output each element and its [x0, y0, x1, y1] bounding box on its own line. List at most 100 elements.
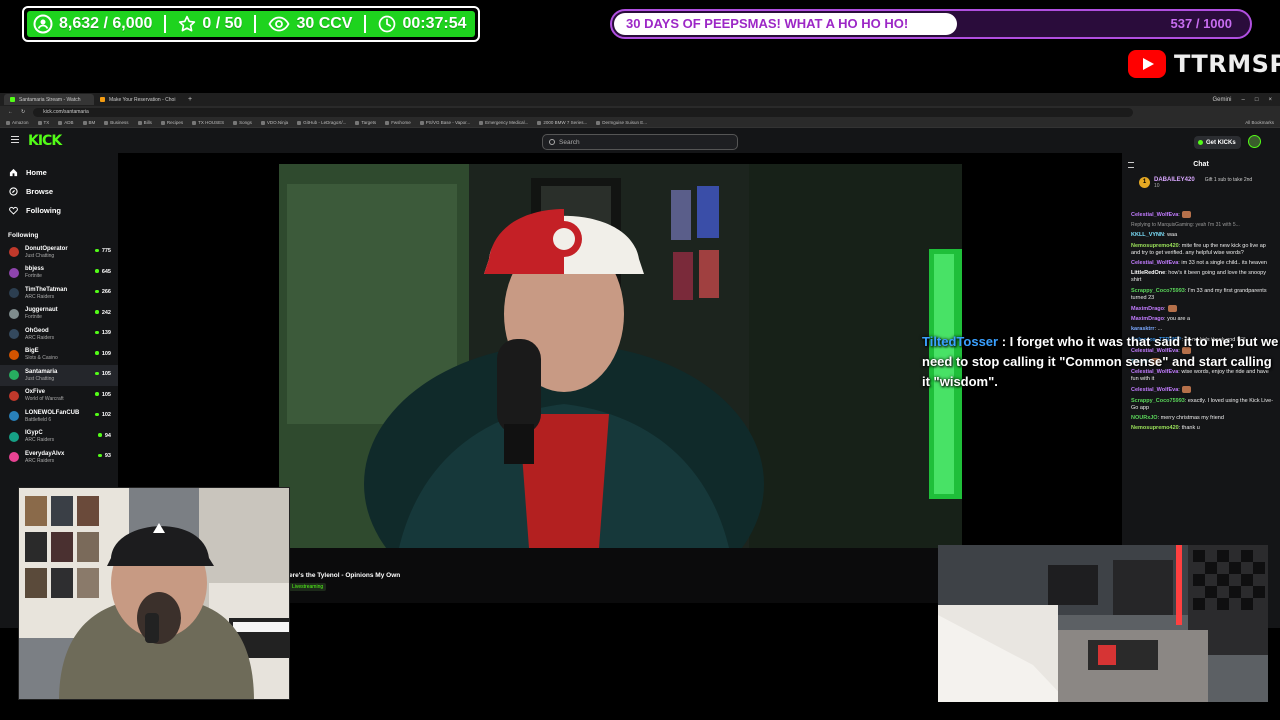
stream-title: ere's the Tylenol - Opinions My Own — [289, 572, 401, 579]
top-gifter-name[interactable]: DABAILEY420 — [1154, 177, 1195, 183]
chat-username[interactable]: Scrappy_Coco75993 — [1131, 398, 1185, 404]
bookmarks-bar: Amazon TX ADB BM Business Bills Recipes TX HOUS… — [0, 118, 1280, 128]
followed-channel-igypc[interactable]: IGypC ARC Raiders 94 — [0, 427, 118, 448]
bookmark-item[interactable]: Emergency Medical... — [479, 120, 528, 125]
bookmark-item[interactable]: GitHub - LeDragoX/... — [297, 120, 346, 125]
chat-username[interactable]: LittleRedOne — [1131, 270, 1165, 276]
chat-message: NOURxJO: merry christmas my friend — [1131, 415, 1274, 422]
chat-username[interactable]: Nemosupremo420 — [1131, 425, 1179, 431]
bookmark-item[interactable]: Business — [104, 120, 128, 125]
bookmark-item[interactable]: TX — [38, 120, 50, 125]
gemini-button[interactable]: Gemini — [1213, 97, 1232, 103]
chat-message: Nemosupremo420: mite fire up the new kic… — [1131, 243, 1274, 257]
all-bookmarks-button[interactable]: All Bookmarks — [1245, 120, 1280, 125]
page-favicon-icon — [100, 97, 105, 102]
chat-username[interactable]: Celestial_WolfEva — [1131, 212, 1178, 218]
clock-icon — [379, 15, 396, 33]
bookmark-item[interactable]: BM — [83, 120, 96, 125]
goal-count: 537 / 1000 — [1170, 16, 1232, 31]
followed-channel-bige[interactable]: BigE Slots & Casino 109 — [0, 345, 118, 366]
viewer-count: 102 — [95, 412, 111, 418]
divider — [254, 15, 257, 33]
stream-video-player[interactable] — [279, 164, 962, 548]
bookmark-item[interactable]: Recipes — [161, 120, 183, 125]
ccv-stat: 30 CCV — [268, 15, 352, 33]
viewer-count: 105 — [95, 371, 111, 377]
channel-category: Fortnite — [25, 314, 42, 321]
channel-avatar — [9, 267, 19, 278]
chat-username[interactable]: Scrappy_Coco75993 — [1131, 288, 1185, 294]
followed-channel-lonewolfancub[interactable]: LONEWOLFanCUB Battlefield 6 102 — [0, 406, 118, 427]
followed-channel-timthetatman[interactable]: TimTheTatman ARC Raiders 266 — [0, 283, 118, 304]
chat-username[interactable]: KKLL_VYNN — [1131, 232, 1164, 238]
followed-channel-bbjess[interactable]: bbjess Fortnite 645 — [0, 263, 118, 284]
nav-following[interactable]: Following — [9, 201, 118, 220]
youtube-badge: TTRMSP — [1128, 50, 1280, 78]
bookmark-item[interactable]: Bills — [138, 120, 152, 125]
bookmark-item[interactable]: Targets — [355, 120, 376, 125]
chat-username[interactable]: Celestial_WolfEva — [1131, 260, 1178, 266]
nav-home[interactable]: Home — [9, 163, 118, 182]
youtube-channel-name: TTRMSP — [1174, 50, 1280, 78]
chat-username[interactable]: NOURxJO — [1131, 415, 1158, 421]
channel-avatar — [9, 370, 19, 381]
maximize-icon[interactable]: □ — [1255, 97, 1259, 103]
bookmark-item[interactable]: Amazon — [6, 120, 29, 125]
channel-category: Fortnite — [25, 273, 42, 280]
viewer-count: 105 — [95, 392, 111, 398]
nav-browse[interactable]: Browse — [9, 182, 118, 201]
chat-username[interactable]: MaximDrago — [1131, 316, 1164, 322]
address-bar[interactable]: kick.com/santamaria — [33, 107, 1134, 117]
gift-prompt[interactable]: Gift 1 sub to take 2nd — [1205, 177, 1253, 183]
chat-message: MaximDrago: — [1131, 304, 1274, 313]
channel-name: IGypC — [25, 430, 43, 437]
channel-category: Just Chatting — [25, 375, 55, 382]
kick-favicon-icon — [10, 97, 15, 102]
new-tab-button[interactable]: + — [188, 96, 192, 103]
channel-name: BigE — [25, 348, 39, 355]
subs-stat: 0 / 50 — [178, 15, 242, 33]
get-kicks-button[interactable]: Get KICKs — [1194, 136, 1241, 149]
overlay-chat-message: TiltedTosser : I forget who it was that … — [922, 332, 1280, 392]
stream-category-tag[interactable]: Livestreaming — [289, 583, 327, 591]
close-icon[interactable]: × — [1268, 97, 1272, 103]
bookmark-item[interactable]: ADB — [58, 120, 73, 125]
url-text: kick.com/santamaria — [43, 109, 89, 115]
browser-tab-reservation[interactable]: Make Your Reservation - Choi — [94, 94, 184, 105]
browser-tab-kick[interactable]: Santamaria Stream - Watch — [4, 94, 94, 105]
back-icon[interactable]: ← — [8, 109, 13, 115]
kick-logo[interactable]: KICK — [28, 133, 62, 149]
divider — [164, 15, 167, 33]
bookmark-item[interactable]: 2000 BMW 7 Series... — [537, 120, 587, 125]
chat-username[interactable]: Nemosupremo420 — [1131, 243, 1179, 249]
webcam-image — [19, 488, 289, 699]
channel-name: OhGeod — [25, 327, 49, 334]
viewer-count: 109 — [95, 351, 111, 357]
bookmark-item[interactable]: Fwshome — [385, 120, 411, 125]
bookmark-item[interactable]: TX HOUSES — [192, 120, 224, 125]
chat-text: merry christmas my friend — [1159, 415, 1224, 422]
window-controls: Gemini – □ × — [1213, 97, 1280, 103]
video-frame-image — [279, 164, 962, 548]
bookmark-item[interactable]: VDO.Ninja — [261, 120, 288, 125]
followed-channel-juggernaut[interactable]: Juggernaut Fortnite 242 — [0, 304, 118, 325]
followed-channel-oxfive[interactable]: OxFive World of Warcraft 105 — [0, 386, 118, 407]
reload-icon[interactable]: ↻ — [21, 109, 25, 115]
followed-channel-donutoperator[interactable]: DonutOperator Just Chatting 775 — [0, 242, 118, 263]
chat-reply-context: Replying to MarquisGaming: yeah I'm 31 w… — [1131, 222, 1274, 229]
streamer-webcam — [18, 487, 290, 700]
user-avatar[interactable] — [1248, 135, 1261, 148]
bookmark-item[interactable]: PS/VG Base - Vapor... — [420, 120, 470, 125]
bookmark-item[interactable]: Dermguise Suisun E... — [596, 120, 647, 125]
emote-icon — [1181, 211, 1191, 218]
chat-username[interactable]: MaximDrago — [1131, 306, 1164, 312]
channel-name: DonutOperator — [25, 245, 68, 252]
minimize-icon[interactable]: – — [1242, 97, 1245, 103]
menu-icon[interactable] — [11, 136, 19, 143]
followed-channel-everydayalvx[interactable]: EverydayAlvx ARC Raiders 93 — [0, 447, 118, 468]
nav-home-label: Home — [26, 168, 47, 177]
search-input[interactable]: Search — [542, 134, 738, 150]
bookmark-item[interactable]: Songs — [233, 120, 252, 125]
followed-channel-santamaria[interactable]: Santamaria Just Chatting 105 — [0, 365, 118, 386]
followed-channel-ohgeod[interactable]: OhGeod ARC Raiders 139 — [0, 324, 118, 345]
